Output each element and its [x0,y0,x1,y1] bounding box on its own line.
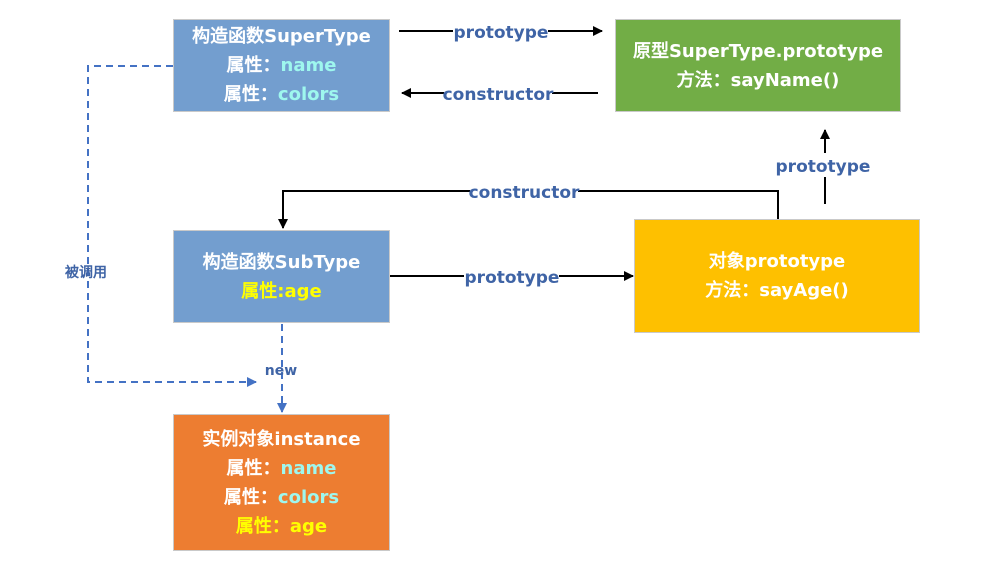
label-new: new [265,363,297,379]
edge-called-by [87,65,257,387]
subtype-constructor-node: 构造函数SubType 属性:age [173,230,390,323]
label-called-by: 被调用 [65,264,107,281]
instance-prop-name: 属性：name [226,457,337,479]
superproto-method: 方法：sayName() [676,69,840,91]
label-super-constructor: constructor [443,85,554,105]
supertype-prototype-node: 原型SuperType.prototype 方法：sayName() [615,19,901,112]
subtype-title: 构造函数SubType [202,251,361,273]
supertype-prop-name: 属性：name [226,55,337,76]
supertype-title: 构造函数SuperType [192,26,371,47]
instance-node: 实例对象instance 属性：name 属性：colors 属性：age [173,414,390,551]
subtype-prop-age: 属性:age [241,280,322,302]
instance-title: 实例对象instance [202,428,361,450]
label-super-prototype: prototype [454,23,549,43]
subproto-method: 方法：sayAge() [705,280,849,301]
supertype-constructor-node: 构造函数SuperType 属性：name 属性：colors [173,19,390,112]
label-subproto-constructor: constructor [469,183,580,203]
instance-prop-age: 属性：age [235,515,328,537]
instance-prop-colors: 属性：colors [223,486,340,508]
subtype-prototype-node: 对象prototype 方法：sayAge() [634,219,920,333]
superproto-title: 原型SuperType.prototype [632,40,884,62]
label-subtype-prototype: prototype [465,268,560,288]
subproto-title: 对象prototype [708,251,846,272]
supertype-prop-colors: 属性：colors [223,84,340,105]
label-subproto-prototype: prototype [776,157,871,177]
